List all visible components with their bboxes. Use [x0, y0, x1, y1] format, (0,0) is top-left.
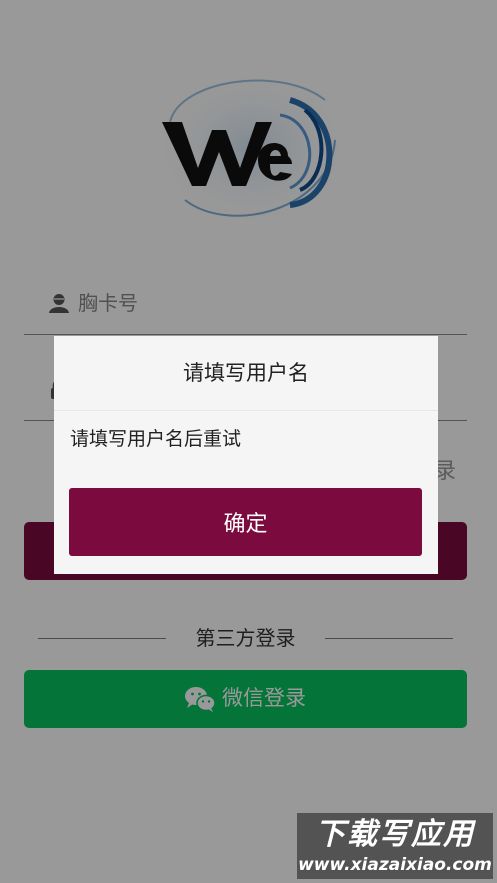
login-screen: 胸卡号 密码 自动登录 第三方登录	[0, 0, 497, 883]
watermark: 下载写应用 www.xiazaixiao.com	[297, 813, 493, 879]
alert-dialog: 请填写用户名 请填写用户名后重试 确定	[54, 336, 438, 574]
dialog-ok-button[interactable]: 确定	[69, 488, 422, 556]
watermark-title: 下载写应用	[315, 817, 475, 852]
watermark-url: www.xiazaixiao.com	[298, 855, 492, 875]
dialog-title: 请填写用户名	[54, 336, 438, 411]
dialog-message: 请填写用户名后重试	[70, 428, 242, 450]
